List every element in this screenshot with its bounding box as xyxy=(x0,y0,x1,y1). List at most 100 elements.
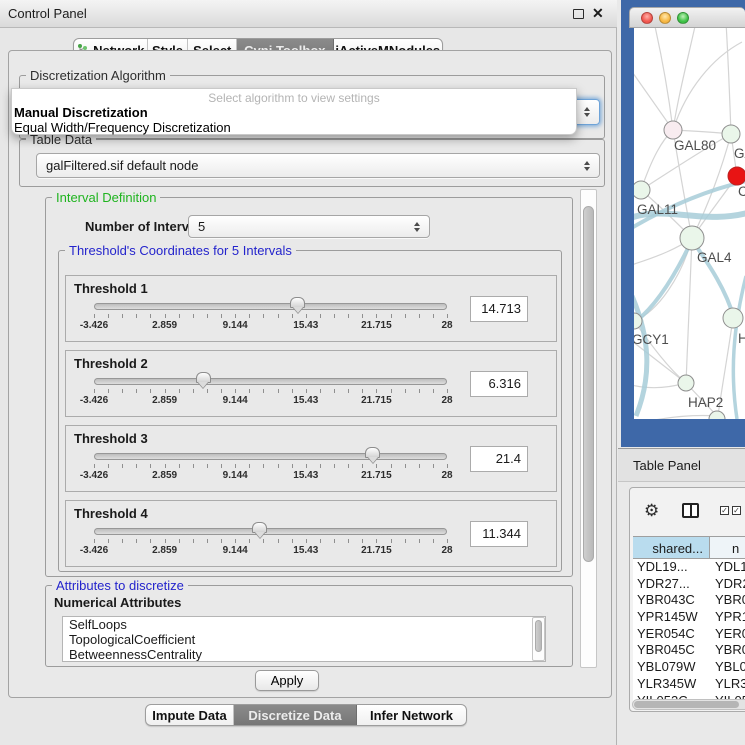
tab-impute-data[interactable]: Impute Data xyxy=(146,705,234,725)
threshold-value-field[interactable]: 21.4 xyxy=(470,446,528,472)
slider-thumb[interactable] xyxy=(252,522,267,533)
table-row[interactable]: YBL079WYBL079W xyxy=(633,659,745,676)
network-node-green[interactable] xyxy=(723,308,743,328)
float-icon[interactable] xyxy=(573,9,584,19)
cell-name[interactable]: YBR045C xyxy=(710,642,745,659)
gear-icon[interactable]: ⚙ xyxy=(644,501,659,521)
cell-shared-name[interactable]: YDL19... xyxy=(633,559,710,576)
network-node-green[interactable] xyxy=(634,181,650,199)
attributes-list-scrollbar[interactable] xyxy=(532,617,545,661)
table-row[interactable]: YLR345WYLR345W xyxy=(633,676,745,693)
network-node-red[interactable] xyxy=(728,167,745,185)
tick-mark xyxy=(193,464,194,468)
checkbox-icon[interactable]: ✓ xyxy=(720,506,729,515)
cell-shared-name[interactable]: YLR345W xyxy=(633,676,710,693)
table-row[interactable]: YDL19...YDL19... xyxy=(633,559,745,576)
attribute-item[interactable]: SelfLoops xyxy=(63,617,545,632)
attribute-item[interactable]: BetweennessCentrality xyxy=(63,647,545,662)
network-edge[interactable] xyxy=(641,130,673,190)
tick-mark xyxy=(207,464,208,468)
table-row[interactable]: YBR045CYBR045C xyxy=(633,642,745,659)
network-edge[interactable] xyxy=(634,66,673,130)
table-data-combobox[interactable]: galFiltered.sif default node xyxy=(36,153,600,178)
network-canvas[interactable]: GAL80GACGAL11GAL4GCY1HHAP2 xyxy=(634,28,745,419)
cell-shared-name[interactable]: YER054C xyxy=(633,626,710,643)
threshold-value-field[interactable]: 11.344 xyxy=(470,521,528,547)
tick-mark xyxy=(179,464,180,468)
network-node-green[interactable] xyxy=(678,375,694,391)
cell-shared-name[interactable]: YDR27... xyxy=(633,576,710,593)
cell-name[interactable]: YBR043C xyxy=(710,592,745,609)
network-edge[interactable] xyxy=(673,42,742,130)
threshold-value-field[interactable]: 6.316 xyxy=(470,371,528,397)
cell-name[interactable]: YLR345W xyxy=(710,676,745,693)
slider-track[interactable] xyxy=(94,378,447,385)
apply-button[interactable]: Apply xyxy=(255,670,319,691)
tick-mark xyxy=(165,389,166,393)
table-row[interactable]: YPR145WYPR145W xyxy=(633,609,745,626)
network-node-pink[interactable] xyxy=(664,121,682,139)
popup-item-equal-width-frequency-discretization[interactable]: Equal Width/Frequency Discretization xyxy=(12,120,576,135)
network-node-green[interactable] xyxy=(680,226,704,250)
tick-mark xyxy=(165,314,166,318)
network-edge-highlighted[interactable] xyxy=(733,276,745,419)
cell-name[interactable]: YER054C xyxy=(710,626,745,643)
threshold-value-field[interactable]: 14.713 xyxy=(470,296,528,322)
tick-mark xyxy=(362,539,363,543)
cell-shared-name[interactable]: YPR145W xyxy=(633,609,710,626)
tab-label: Impute Data xyxy=(152,708,226,723)
slider-track[interactable] xyxy=(94,303,447,310)
cell-name[interactable]: YDR27... xyxy=(710,576,745,593)
settings-scrollbar[interactable] xyxy=(580,189,597,668)
close-icon[interactable]: ✕ xyxy=(592,5,604,22)
slider-thumb[interactable] xyxy=(365,447,380,458)
tick-mark xyxy=(122,314,123,318)
cell-name[interactable]: YPR145W xyxy=(710,609,745,626)
close-traffic-light-icon[interactable] xyxy=(641,12,653,24)
node-table: shared... n YDL19...YDL19...YDR27...YDR2… xyxy=(633,536,745,709)
cell-name[interactable]: YBL079W xyxy=(710,659,745,676)
network-edge-highlighted[interactable] xyxy=(634,240,692,323)
attributes-group-label: Attributes to discretize xyxy=(52,578,188,593)
slider-track[interactable] xyxy=(94,453,447,460)
algorithm-dropdown-popup: Select algorithm to view settingsManual … xyxy=(11,88,577,135)
tab-discretize-data[interactable]: Discretize Data xyxy=(234,705,357,725)
network-node-green[interactable] xyxy=(709,411,725,419)
popup-item-manual-discretization[interactable]: Manual Discretization xyxy=(12,105,576,120)
discretization-algorithm-label: Discretization Algorithm xyxy=(26,68,170,83)
table-row[interactable]: YBR043CYBR043C xyxy=(633,592,745,609)
network-edge[interactable] xyxy=(726,28,731,134)
minimize-traffic-light-icon[interactable] xyxy=(659,12,671,24)
numerical-attributes-list[interactable]: SelfLoopsTopologicalCoefficientBetweenne… xyxy=(62,616,546,662)
slider-thumb[interactable] xyxy=(290,297,305,308)
cell-name[interactable]: YDL19... xyxy=(710,559,745,576)
table-row[interactable]: YDR27...YDR27... xyxy=(633,576,745,593)
column-header-name[interactable]: n xyxy=(710,537,745,558)
zoom-traffic-light-icon[interactable] xyxy=(677,12,689,24)
network-edge[interactable] xyxy=(673,28,696,130)
checkbox-icon[interactable]: ✓ xyxy=(732,506,741,515)
network-edge[interactable] xyxy=(686,238,692,383)
network-node-green[interactable] xyxy=(722,125,740,143)
tick-mark xyxy=(179,539,180,543)
table-row[interactable]: YER054CYER054C xyxy=(633,626,745,643)
cell-shared-name[interactable]: YBR043C xyxy=(633,592,710,609)
slider-track[interactable] xyxy=(94,528,447,535)
column-header-shared-name[interactable]: shared... xyxy=(633,537,710,558)
tick-mark xyxy=(263,539,264,543)
table-horizontal-scrollbar[interactable] xyxy=(632,699,745,710)
slider-thumb[interactable] xyxy=(196,372,211,383)
network-edge[interactable] xyxy=(634,238,692,321)
tick-mark xyxy=(278,389,279,393)
threshold-panel-3: Threshold 3-3.4262.8599.14415.4321.71528… xyxy=(65,425,557,492)
tick-mark xyxy=(376,539,377,543)
number-of-intervals-combobox[interactable]: 5 xyxy=(188,215,430,238)
cell-shared-name[interactable]: YBR045C xyxy=(633,642,710,659)
cell-shared-name[interactable]: YBL079W xyxy=(633,659,710,676)
network-edge[interactable] xyxy=(634,415,718,419)
attribute-item[interactable]: TopologicalCoefficient xyxy=(63,632,545,647)
network-edge[interactable] xyxy=(654,28,673,130)
tick-mark xyxy=(136,389,137,393)
tab-infer-network[interactable]: Infer Network xyxy=(357,705,466,725)
split-table-icon[interactable] xyxy=(682,503,699,518)
